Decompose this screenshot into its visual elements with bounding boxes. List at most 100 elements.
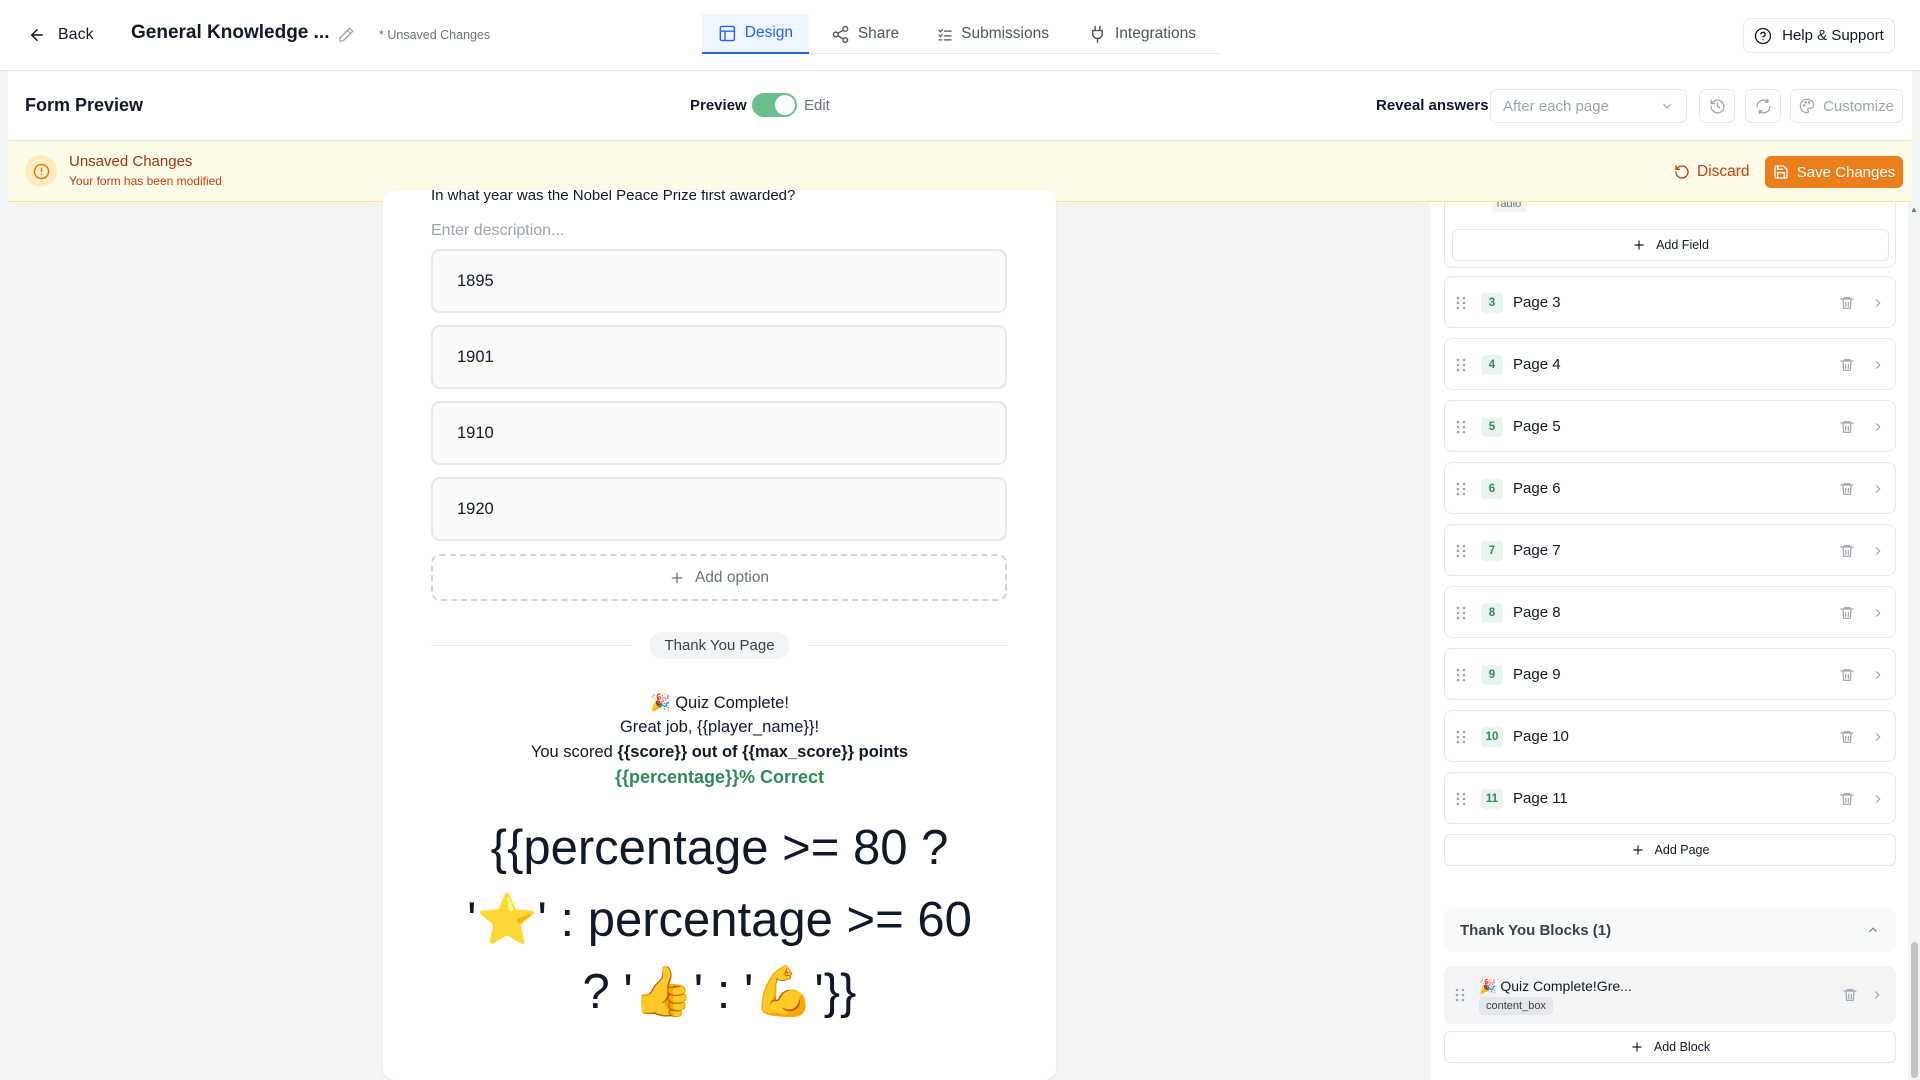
- arrow-left-icon: [31, 29, 43, 41]
- drag-handle-icon[interactable]: [1454, 987, 1466, 1003]
- page-row[interactable]: 8 Page 8: [1444, 586, 1896, 638]
- add-field-button[interactable]: Add Field: [1452, 229, 1889, 261]
- structure-sidebar: radio Add Field 3 Page 3 4 Page 4 5 Page 5 6 Pa…: [1430, 202, 1910, 1080]
- help-support-button[interactable]: Help & Support: [1743, 18, 1895, 53]
- drag-handle-icon[interactable]: [1455, 357, 1467, 373]
- trash-icon[interactable]: [1839, 357, 1855, 373]
- page-row[interactable]: 4 Page 4: [1444, 338, 1896, 390]
- tab-share[interactable]: Share: [809, 14, 921, 54]
- page-row[interactable]: 3 Page 3: [1444, 276, 1896, 328]
- tab-design[interactable]: Design: [702, 14, 809, 54]
- sidebar-scrollbar[interactable]: ▲: [1908, 202, 1920, 1080]
- trash-icon[interactable]: [1839, 729, 1855, 745]
- scroll-thumb[interactable]: [1911, 942, 1918, 1078]
- plus-icon: [1632, 845, 1643, 855]
- back-button[interactable]: Back: [28, 22, 94, 48]
- chevron-right-icon[interactable]: [1871, 606, 1885, 620]
- chevron-right-icon[interactable]: [1871, 482, 1885, 496]
- chevron-right-icon[interactable]: [1871, 358, 1885, 372]
- plus-icon: [1632, 1042, 1642, 1052]
- chevron-right-icon[interactable]: [1870, 988, 1884, 1002]
- trash-icon[interactable]: [1839, 481, 1855, 497]
- page-row[interactable]: 9 Page 9: [1444, 648, 1896, 700]
- trash-icon[interactable]: [1839, 295, 1855, 311]
- page-row[interactable]: 6 Page 6: [1444, 462, 1896, 514]
- drag-handle-icon[interactable]: [1455, 481, 1467, 497]
- divider-left: [431, 645, 631, 646]
- expression-line: '⭐' : percentage >= 60: [467, 893, 972, 947]
- answer-option[interactable]: 1920: [431, 477, 1007, 541]
- description-placeholder[interactable]: Enter description...: [431, 222, 564, 240]
- reveal-answers-select[interactable]: After each page: [1490, 89, 1687, 123]
- page-row[interactable]: 7 Page 7: [1444, 524, 1896, 576]
- trash-icon[interactable]: [1839, 667, 1855, 683]
- thank-you-blocks-title: Thank You Blocks (1): [1460, 921, 1612, 939]
- page-number-badge: 3: [1481, 293, 1503, 313]
- drag-handle-icon[interactable]: [1455, 419, 1467, 435]
- chevron-right-icon[interactable]: [1871, 668, 1885, 682]
- share-icon: [832, 25, 849, 43]
- answer-option[interactable]: 1910: [431, 401, 1007, 465]
- drag-handle-icon[interactable]: [1455, 791, 1467, 807]
- page-number-badge: 7: [1481, 541, 1503, 561]
- chevron-right-icon[interactable]: [1871, 544, 1885, 558]
- customize-label: Customize: [1823, 97, 1894, 115]
- page-number-badge: 5: [1481, 417, 1503, 437]
- history-button[interactable]: [1699, 89, 1735, 123]
- form-preview-title: Form Preview: [25, 95, 144, 115]
- drag-handle-icon[interactable]: [1455, 543, 1467, 559]
- block-type-tag: content_box: [1479, 997, 1553, 1015]
- plug-icon: [1092, 25, 1103, 43]
- tab-submissions[interactable]: Submissions: [921, 14, 1065, 54]
- palette-icon: [1799, 98, 1815, 114]
- chevron-right-icon[interactable]: [1871, 420, 1885, 434]
- refresh-button[interactable]: [1745, 89, 1781, 123]
- add-block-label: Add Block: [1653, 1040, 1711, 1054]
- page-label: Page 10: [1513, 728, 1569, 745]
- page-label: Page 7: [1513, 542, 1561, 559]
- trash-icon[interactable]: [1839, 791, 1855, 807]
- page-number-badge: 11: [1481, 789, 1503, 809]
- tab-integrations[interactable]: Integrations: [1065, 14, 1219, 54]
- trash-icon[interactable]: [1839, 419, 1855, 435]
- block-title: 🎉 Quiz Complete!Gre...: [1479, 978, 1632, 994]
- answer-option[interactable]: 1895: [431, 249, 1007, 313]
- chevron-right-icon[interactable]: [1871, 730, 1885, 744]
- customize-button[interactable]: Customize: [1790, 89, 1903, 123]
- tab-integrations-label: Integrations: [1115, 25, 1196, 42]
- thank-you-heading: 🎉 Quiz Complete!: [650, 694, 789, 712]
- page-row[interactable]: 5 Page 5: [1444, 400, 1896, 452]
- thank-you-block-item[interactable]: 🎉 Quiz Complete!Gre... content_box: [1444, 966, 1896, 1024]
- page-row[interactable]: 11 Page 11: [1444, 772, 1896, 824]
- add-option-button[interactable]: Add option: [431, 554, 1007, 601]
- save-changes-button[interactable]: Save Changes: [1765, 156, 1903, 188]
- add-page-button[interactable]: Add Page: [1444, 834, 1896, 866]
- page-label: Page 11: [1513, 790, 1568, 807]
- page-number-badge: 10: [1481, 727, 1503, 747]
- drag-handle-icon[interactable]: [1455, 295, 1467, 311]
- trash-icon[interactable]: [1839, 543, 1855, 559]
- chevron-right-icon[interactable]: [1871, 296, 1885, 310]
- drag-handle-icon[interactable]: [1455, 667, 1467, 683]
- page-number-badge: 6: [1481, 479, 1503, 499]
- main-tabs: Design Share Submissions Integrations: [702, 14, 1219, 54]
- reveal-answers-label: Reveal answers: [1376, 97, 1489, 114]
- trash-icon[interactable]: [1842, 987, 1858, 1003]
- page-row[interactable]: 10 Page 10: [1444, 710, 1896, 762]
- scroll-up-arrow[interactable]: ▲: [1910, 206, 1918, 214]
- pencil-icon[interactable]: [337, 26, 355, 44]
- page-label: Page 9: [1513, 666, 1561, 683]
- score-prefix: You scored: [530, 743, 618, 761]
- tab-design-label: Design: [744, 24, 793, 41]
- trash-icon[interactable]: [1839, 605, 1855, 621]
- add-block-button[interactable]: Add Block: [1444, 1031, 1896, 1063]
- chevron-right-icon[interactable]: [1871, 792, 1885, 806]
- thank-you-blocks-header[interactable]: Thank You Blocks (1): [1444, 908, 1896, 952]
- rating-expression: {{percentage >= 80 ? '⭐' : percentage >=…: [383, 812, 1056, 1028]
- preview-edit-toggle[interactable]: [752, 93, 797, 117]
- question-text: In what year was the Nobel Peace Prize f…: [431, 190, 796, 204]
- drag-handle-icon[interactable]: [1455, 605, 1467, 621]
- answer-option[interactable]: 1901: [431, 325, 1007, 389]
- discard-button[interactable]: Discard: [1674, 157, 1750, 187]
- drag-handle-icon[interactable]: [1455, 729, 1467, 745]
